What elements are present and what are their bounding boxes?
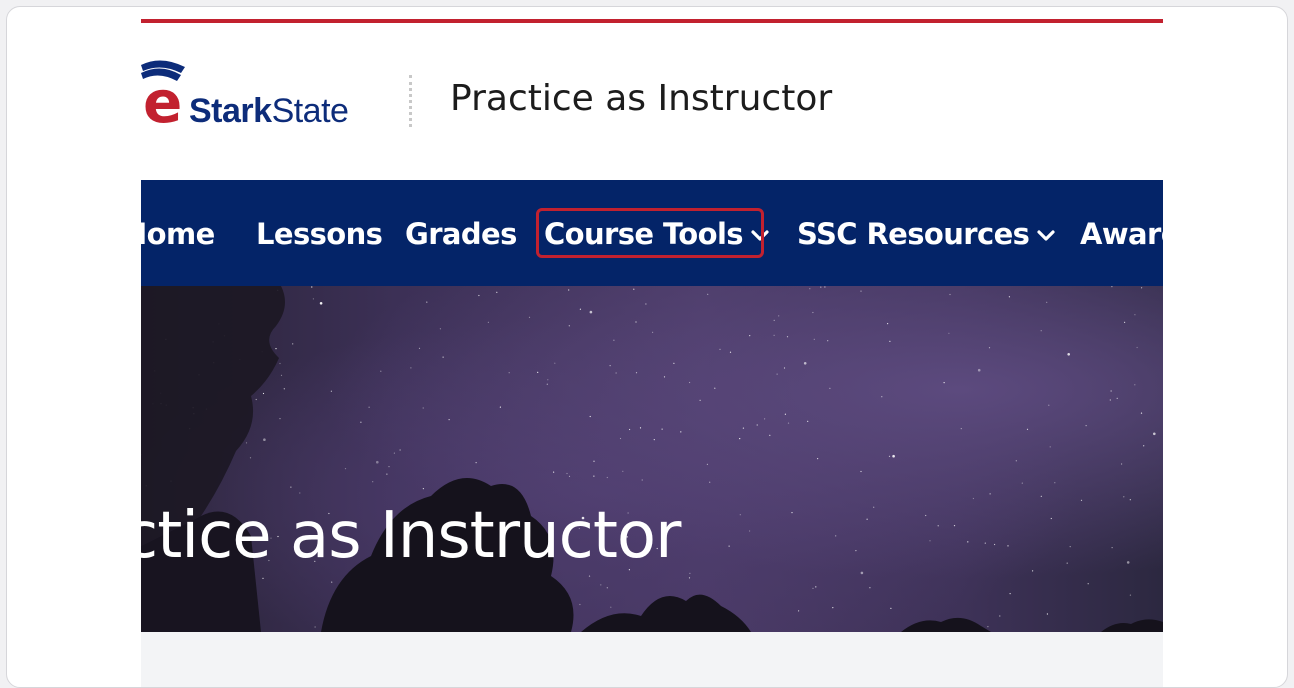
course-navbar: Home Lessons Grades Course Tools SSC Res… bbox=[141, 180, 1163, 286]
nav-ssc-resources[interactable]: SSC Resources bbox=[797, 210, 1055, 258]
nav-ssc-resources-label: SSC Resources bbox=[797, 217, 1030, 251]
nav-grades[interactable]: Grades bbox=[405, 210, 517, 258]
nav-awards-label: Awards bbox=[1080, 217, 1163, 251]
content-area bbox=[141, 632, 1163, 687]
screenshot-card: e StarkState Practice as Instructor Home… bbox=[6, 6, 1288, 688]
nav-lessons-label: Lessons bbox=[256, 217, 383, 251]
nav-grades-label: Grades bbox=[405, 217, 517, 251]
course-title[interactable]: Practice as Instructor bbox=[450, 75, 832, 123]
logo-wordmark: StarkState bbox=[189, 92, 349, 130]
course-page: e StarkState Practice as Instructor Home… bbox=[141, 7, 1163, 687]
nav-awards[interactable]: Awards bbox=[1080, 210, 1163, 258]
logo-light: State bbox=[271, 92, 349, 130]
banner-title: Practice as Instructor bbox=[141, 499, 681, 573]
course-tools-highlight bbox=[536, 208, 764, 258]
night-sky-image bbox=[141, 286, 1163, 632]
logo-letter: e bbox=[143, 68, 183, 136]
nav-home-label: Home bbox=[141, 217, 215, 251]
nav-home[interactable]: Home bbox=[141, 210, 215, 258]
stark-state-logo[interactable]: e StarkState bbox=[141, 57, 381, 137]
course-banner: Practice as Instructor bbox=[141, 286, 1163, 632]
logo-bold: Stark bbox=[189, 92, 272, 130]
header-divider bbox=[409, 75, 412, 127]
nav-lessons[interactable]: Lessons bbox=[256, 210, 383, 258]
chevron-down-icon bbox=[1037, 230, 1055, 241]
